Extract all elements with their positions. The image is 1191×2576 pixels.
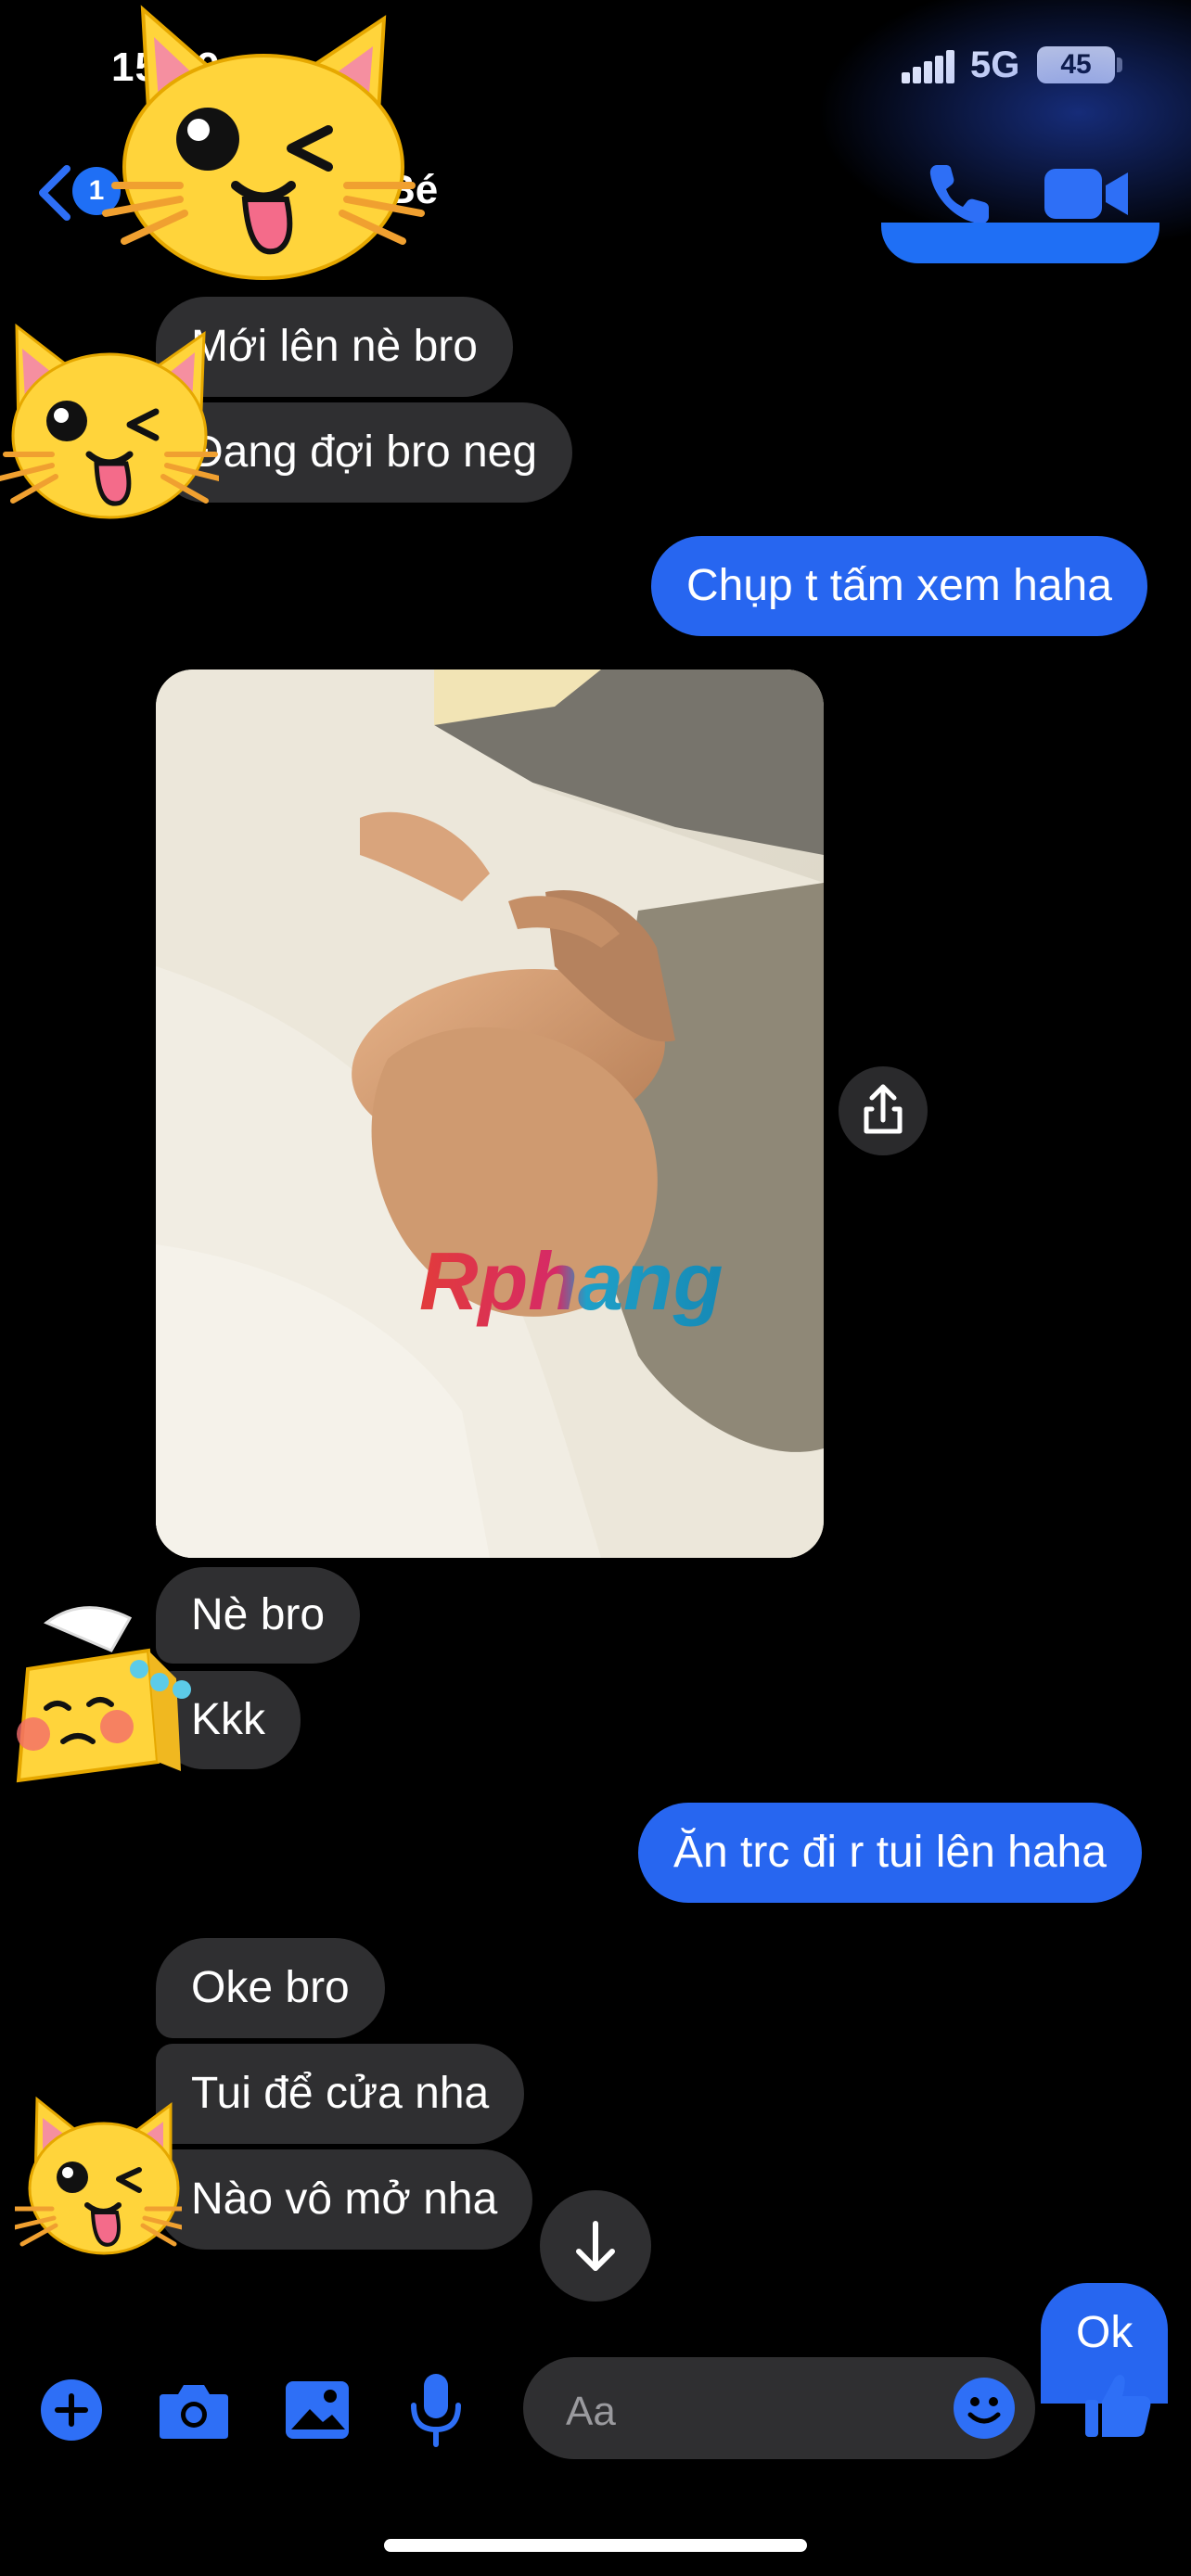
home-indicator <box>384 2539 807 2552</box>
cat-wink-sticker <box>15 2096 182 2255</box>
message-incoming[interactable]: Nào vô mở nha <box>156 2149 533 2250</box>
message-incoming[interactable]: Oke bro <box>156 1938 385 2038</box>
scroll-to-bottom-button[interactable] <box>540 2190 651 2302</box>
share-button[interactable] <box>839 1066 928 1155</box>
video-camera-icon[interactable] <box>1043 163 1132 224</box>
message-outgoing[interactable]: Ăn trc đi r tui lên haha <box>638 1803 1142 1903</box>
camera-icon[interactable] <box>158 2379 230 2441</box>
share-icon <box>864 1084 903 1134</box>
plus-icon[interactable] <box>39 2378 104 2442</box>
message-input-placeholder: Aa <box>566 2389 616 2434</box>
emoji-icon[interactable] <box>952 2376 1017 2441</box>
cat-wink-sticker <box>102 5 425 280</box>
gallery-icon[interactable] <box>284 2379 351 2441</box>
photo-message[interactable]: Rphang <box>156 670 824 1558</box>
header-glow <box>816 0 1191 250</box>
previous-outgoing-bubble <box>881 223 1159 263</box>
photo-image: Rphang <box>156 670 824 1558</box>
message-outgoing[interactable]: Chụp t tấm xem haha <box>651 536 1147 636</box>
arrow-down-icon <box>576 2221 615 2271</box>
photo-watermark: Rphang <box>419 1235 724 1327</box>
message-incoming[interactable]: Tui để cửa nha <box>156 2044 525 2144</box>
tofu-crying-sticker <box>16 1606 191 1783</box>
microphone-icon[interactable] <box>408 2372 464 2448</box>
back-chevron-icon[interactable] <box>33 163 74 223</box>
thumbs-up-icon[interactable] <box>1083 2370 1154 2441</box>
phone-icon[interactable] <box>924 156 998 230</box>
cat-wink-sticker <box>0 323 219 519</box>
